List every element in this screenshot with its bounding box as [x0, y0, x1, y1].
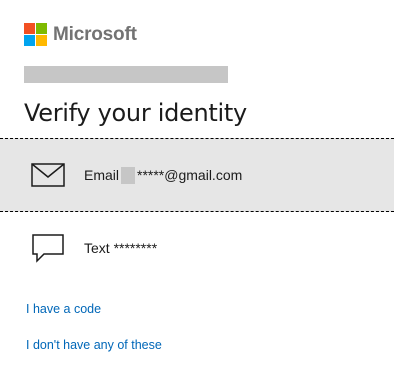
microsoft-logo-icon: [24, 23, 47, 46]
no-options-link[interactable]: I don't have any of these: [26, 338, 162, 352]
brand-name: Microsoft: [53, 23, 137, 45]
logo-square-yellow: [36, 35, 47, 46]
verify-option-email[interactable]: Email *****@gmail.com: [0, 138, 394, 212]
logo-square-red: [24, 23, 35, 34]
logo-square-green: [36, 23, 47, 34]
redacted-account-bar: [24, 66, 228, 83]
verify-option-text-label: Text ********: [84, 240, 158, 256]
envelope-icon: [30, 160, 66, 190]
email-label-suffix: *****@gmail.com: [137, 167, 243, 183]
page-title: Verify your identity: [24, 99, 247, 127]
chat-bubble-icon: [30, 233, 66, 263]
logo-square-blue: [24, 35, 35, 46]
redacted-email-box: [121, 166, 136, 184]
verify-option-text[interactable]: Text ********: [0, 212, 394, 284]
email-label-prefix: Email: [84, 167, 120, 183]
have-code-link[interactable]: I have a code: [26, 302, 101, 316]
verify-option-email-label: Email *****@gmail.com: [84, 166, 243, 184]
microsoft-logo: Microsoft: [24, 23, 137, 46]
